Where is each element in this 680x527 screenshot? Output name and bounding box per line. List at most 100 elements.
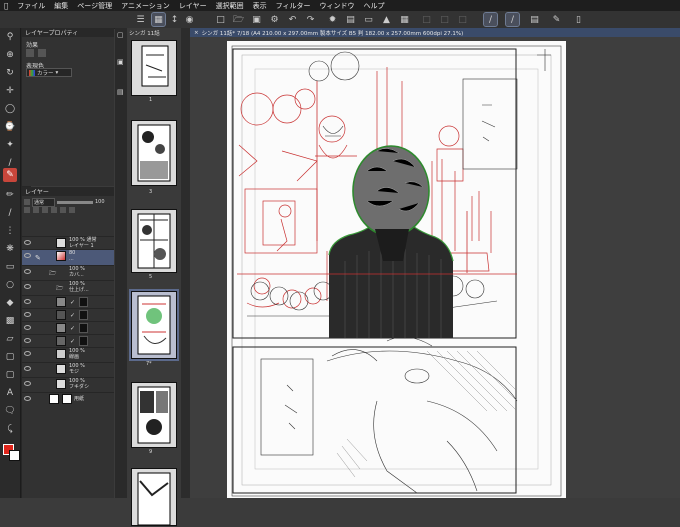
pencil-icon[interactable]: ✏ [3, 188, 17, 202]
close-icon[interactable]: × [194, 30, 199, 36]
layer-row[interactable]: 🗁 100 % 仕上げ... [22, 280, 114, 295]
reference-icon[interactable] [33, 207, 39, 213]
manga-page-canvas[interactable] [227, 41, 566, 498]
balloon-icon[interactable]: 🗨 [3, 404, 17, 418]
pen-pressure-icon[interactable]: ∕ [505, 12, 520, 27]
layer-row[interactable]: 🗁 100 % カバ... [22, 265, 114, 280]
layer-row[interactable]: ✓ [22, 295, 114, 308]
effect-tone-icon[interactable] [38, 49, 46, 57]
mask-icon[interactable] [60, 207, 66, 213]
visibility-eye-icon[interactable] [24, 269, 31, 274]
snap-grid-icon[interactable]: □ [456, 13, 469, 26]
new-file-icon[interactable]: □ [214, 13, 227, 26]
lasso-icon[interactable]: ◯ [3, 102, 17, 116]
page-layout-icon[interactable]: ▤ [117, 88, 124, 96]
selection-icon[interactable]: ⌚ [3, 120, 17, 134]
opacity-value[interactable]: 100 [95, 199, 105, 205]
apple-icon[interactable]:  [4, 2, 8, 10]
figure-icon[interactable]: ▱ [3, 332, 17, 346]
layer-row[interactable]: 100 % モジ [22, 362, 114, 377]
visibility-eye-icon[interactable] [24, 299, 31, 304]
lock-alpha-icon[interactable] [51, 207, 57, 213]
visibility-eye-icon[interactable] [24, 253, 31, 258]
fill-bucket-icon[interactable]: ◆ [3, 296, 17, 310]
menu-filter[interactable]: フィルター [276, 1, 311, 11]
save-icon[interactable]: ▣ [250, 13, 263, 26]
eraser-icon[interactable]: ▭ [3, 260, 17, 274]
stabilizer-icon[interactable]: ∕ [483, 12, 498, 27]
canvas-tab[interactable]: × シンガ 11話* 7/18 (A4 210.00 x 297.00mm 製本… [190, 28, 680, 37]
brush-icon[interactable]: ✎ [550, 13, 563, 26]
page-add-icon[interactable]: ▣ [117, 58, 124, 66]
undo-icon[interactable]: ↶ [286, 13, 299, 26]
menu-window[interactable]: ウィンドウ [319, 1, 354, 11]
visibility-eye-icon[interactable] [24, 284, 31, 289]
snap-ruler-icon[interactable]: □ [438, 13, 451, 26]
layer-row[interactable]: ✓ [22, 334, 114, 347]
layer-row[interactable]: ✓ [22, 321, 114, 334]
menu-file[interactable]: ファイル [17, 1, 45, 11]
correct-line-icon[interactable]: ⤹ [3, 422, 17, 436]
layer-row[interactable]: 100 % 通常 レイヤー 1 [22, 236, 114, 249]
panel-toggle-icon[interactable]: ▦ [151, 12, 166, 27]
redo-icon[interactable]: ↷ [304, 13, 317, 26]
visibility-eye-icon[interactable] [24, 396, 31, 401]
blend-icon[interactable]: ○ [3, 278, 17, 292]
menu-layer[interactable]: レイヤー [179, 1, 207, 11]
clip-studio-icon[interactable]: ◉ [183, 13, 196, 26]
color-mode-select[interactable]: カラー ▾ [26, 68, 72, 77]
airbrush-icon[interactable]: ⋮ [3, 224, 17, 238]
layer-row[interactable]: ✓ [22, 308, 114, 321]
visibility-eye-icon[interactable] [24, 240, 31, 245]
ruler-icon[interactable] [69, 207, 75, 213]
transform-icon[interactable]: ▦ [398, 13, 411, 26]
effect-border-icon[interactable] [26, 49, 34, 57]
page-thumbnail[interactable] [131, 209, 177, 273]
page-thumbnail[interactable] [131, 120, 177, 186]
visibility-eye-icon[interactable] [24, 338, 31, 343]
zoom-in-icon[interactable]: ⊕ [3, 48, 17, 62]
settings-icon[interactable]: ⚙ [268, 13, 281, 26]
page-thumbnail[interactable] [131, 382, 177, 448]
opacity-slider[interactable] [57, 200, 93, 204]
layer-row-selected[interactable]: ✎ 80... [22, 249, 114, 265]
page-thumbnail-selected[interactable] [129, 289, 179, 361]
gradient-icon[interactable]: ▩ [3, 314, 17, 328]
draft-icon[interactable] [42, 207, 48, 213]
move-icon[interactable]: ✛ [3, 84, 17, 98]
menu-selection[interactable]: 選択範囲 [216, 1, 244, 11]
menu-page[interactable]: ページ管理 [77, 1, 112, 11]
fill-icon[interactable]: ▲ [380, 13, 393, 26]
clipboard-icon[interactable]: ▤ [528, 13, 541, 26]
menu-view[interactable]: 表示 [253, 1, 267, 11]
menu-help[interactable]: ヘルプ [363, 1, 384, 11]
menu-animation[interactable]: アニメーション [121, 1, 170, 11]
text-icon[interactable]: A [3, 386, 17, 400]
page-thumbnail[interactable] [131, 468, 177, 526]
visibility-eye-icon[interactable] [24, 351, 31, 356]
menu-edit[interactable]: 編集 [54, 1, 68, 11]
tablet-icon[interactable]: ▯ [572, 13, 585, 26]
open-folder-icon[interactable]: 🗁 [232, 13, 245, 26]
decoration-icon[interactable]: ❋ [3, 242, 17, 256]
brush-icon[interactable]: ∕ [3, 206, 17, 220]
cut-icon[interactable]: ▤ [344, 13, 357, 26]
arrow-up-down-icon[interactable]: ↕ [168, 13, 181, 26]
menu-icon[interactable]: ☰ [134, 13, 147, 26]
page-list-scrollbar[interactable] [181, 28, 190, 498]
visibility-eye-icon[interactable] [24, 325, 31, 330]
page-icon[interactable]: ▢ [117, 31, 124, 39]
visibility-eye-icon[interactable] [24, 381, 31, 386]
clear-icon[interactable]: ✹ [326, 13, 339, 26]
lock-icon[interactable] [24, 199, 30, 205]
rotate-icon[interactable]: ↻ [3, 66, 17, 80]
pen-icon[interactable]: ✎ [3, 168, 17, 182]
magic-wand-icon[interactable]: ✦ [3, 138, 17, 152]
zoom-icon[interactable]: ⚲ [3, 30, 17, 44]
clip-icon[interactable] [24, 207, 30, 213]
deselect-icon[interactable]: ▭ [362, 13, 375, 26]
visibility-eye-icon[interactable] [24, 366, 31, 371]
sub-color-swatch[interactable] [9, 450, 20, 461]
blend-mode-select[interactable]: 通常 [32, 197, 55, 207]
frame-icon[interactable]: ▢ [3, 368, 17, 382]
